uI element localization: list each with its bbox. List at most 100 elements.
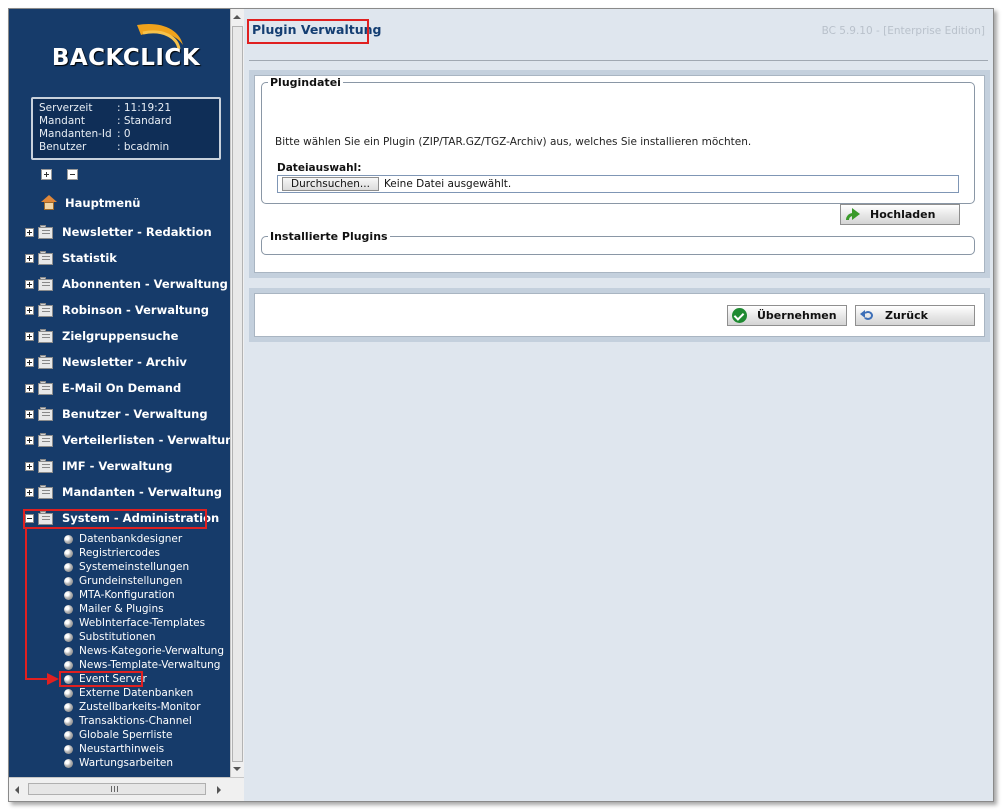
expand-icon[interactable] <box>25 305 34 315</box>
scroll-up-icon[interactable] <box>233 15 241 19</box>
bullet-icon <box>64 716 73 726</box>
app-window: BACKCLICK Serverzeit : 11:19:21 Mandant … <box>8 8 994 802</box>
apply-button[interactable]: Übernehmen <box>727 305 847 326</box>
sub-item-datenbankdesigner[interactable]: Datenbankdesigner <box>64 532 182 546</box>
sub-item-globale-sperrliste[interactable]: Globale Sperrliste <box>64 728 172 742</box>
sidebar-item-label: IMF - Verwaltung <box>62 459 173 473</box>
sub-item-mailer-plugins[interactable]: Mailer & Plugins <box>64 602 164 616</box>
upload-button[interactable]: Hochladen <box>840 204 960 225</box>
sub-item-label: News-Kategorie-Verwaltung <box>79 645 225 657</box>
sub-item-substitutionen[interactable]: Substitutionen <box>64 630 156 644</box>
sub-item-event-server[interactable]: Event Server <box>64 672 147 686</box>
sub-item-externe-datenbanken[interactable]: Externe Datenbanken <box>64 686 193 700</box>
info-value: : 11:19:21 <box>117 102 172 114</box>
sidebar-item-label: Statistik <box>62 251 117 265</box>
expand-icon[interactable] <box>25 227 34 237</box>
sidebar-item-statistik[interactable]: Statistik <box>25 248 117 268</box>
sidebar-item-system-administration[interactable]: System - Administration <box>25 508 219 528</box>
expand-icon[interactable] <box>25 331 34 341</box>
sidebar-item-zielgruppensuche[interactable]: Zielgruppensuche <box>25 326 178 346</box>
sub-item-neustarthinweis[interactable]: Neustarthinweis <box>64 742 164 756</box>
sidebar-item-abonnenten-verwaltung[interactable]: Abonnenten - Verwaltung <box>25 274 228 294</box>
expand-all-icon[interactable] <box>41 169 52 180</box>
scroll-down-icon[interactable] <box>233 767 241 771</box>
back-button[interactable]: Zurück <box>855 305 975 326</box>
sidebar-horizontal-scrollbar[interactable] <box>9 777 244 801</box>
scroll-left-icon[interactable] <box>15 786 19 794</box>
sub-item-mta-konfiguration[interactable]: MTA-Konfiguration <box>64 588 175 602</box>
sub-item-label: Neustarthinweis <box>79 743 165 755</box>
sub-item-webinterface-templates[interactable]: WebInterface-Templates <box>64 616 205 630</box>
sidebar: BACKCLICK Serverzeit : 11:19:21 Mandant … <box>9 9 230 777</box>
bullet-icon <box>64 576 73 586</box>
sub-item-systemeinstellungen[interactable]: Systemeinstellungen <box>64 560 189 574</box>
tree-controls <box>41 169 78 180</box>
bullet-icon <box>64 562 73 572</box>
backclick-logo: BACKCLICK <box>51 23 201 79</box>
sidebar-item-label: System - Administration <box>62 511 220 525</box>
main-content: Plugin Verwaltung BC 5.9.10 - [Enterpris… <box>244 9 993 801</box>
expand-icon[interactable] <box>25 279 34 289</box>
expand-icon[interactable] <box>25 487 34 497</box>
sub-item-transaktions-channel[interactable]: Transaktions-Channel <box>64 714 192 728</box>
sidebar-item-label: Newsletter - Redaktion <box>62 225 212 239</box>
sidebar-item-imf-verwaltung[interactable]: IMF - Verwaltung <box>25 456 173 476</box>
info-row-mandanten-id: Mandanten-Id : 0 <box>39 128 213 141</box>
sidebar-item-verteilerlisten-verwaltung[interactable]: Verteilerlisten - Verwaltung <box>25 430 230 450</box>
file-input[interactable]: Durchsuchen... Keine Datei ausgewählt. <box>277 175 959 193</box>
expand-icon[interactable] <box>25 461 34 471</box>
sidebar-vertical-scrollbar[interactable] <box>230 9 244 777</box>
sidebar-item-newsletter-archiv[interactable]: Newsletter - Archiv <box>25 352 187 372</box>
sub-item-label: Event Server <box>79 673 147 685</box>
sidebar-item-label: Newsletter - Archiv <box>62 355 187 369</box>
info-key: Serverzeit <box>39 102 93 114</box>
sidebar-item-robinson-verwaltung[interactable]: Robinson - Verwaltung <box>25 300 209 320</box>
sub-item-label: Externe Datenbanken <box>79 687 194 699</box>
expand-icon[interactable] <box>25 383 34 393</box>
bullet-icon <box>64 534 73 544</box>
sidebar-item-newsletter-redaktion[interactable]: Newsletter - Redaktion <box>25 222 212 242</box>
bullet-icon <box>64 702 73 712</box>
folder-icon <box>38 251 54 265</box>
sub-item-zustellbarkeits-monitor[interactable]: Zustellbarkeits-Monitor <box>64 700 201 714</box>
sub-item-label: Mailer & Plugins <box>79 603 164 615</box>
expand-icon[interactable] <box>25 357 34 367</box>
info-key: Mandant <box>39 115 86 127</box>
sub-item-grundeinstellungen[interactable]: Grundeinstellungen <box>64 574 182 588</box>
info-key: Benutzer <box>39 141 87 153</box>
sub-item-wartungsarbeiten[interactable]: Wartungsarbeiten <box>64 756 173 770</box>
sub-item-news-kategorie-verwaltung[interactable]: News-Kategorie-Verwaltung <box>64 644 224 658</box>
sidebar-item-label: Mandanten - Verwaltung <box>62 485 223 499</box>
sidebar-item-email-on-demand[interactable]: E-Mail On Demand <box>25 378 181 398</box>
sub-item-news-template-verwaltung[interactable]: News-Template-Verwaltung <box>64 658 220 672</box>
plugin-panel: Plugindatei Bitte wählen Sie ein Plugin … <box>249 70 990 278</box>
annotation-arrow-icon <box>47 673 59 685</box>
page-title: Plugin Verwaltung <box>252 22 382 37</box>
sub-item-label: Systemeinstellungen <box>79 561 190 573</box>
scrollbar-thumb[interactable] <box>232 26 243 762</box>
plugin-file-legend: Plugindatei <box>270 76 341 89</box>
browse-button[interactable]: Durchsuchen... <box>282 177 379 191</box>
sidebar-item-benutzer-verwaltung[interactable]: Benutzer - Verwaltung <box>25 404 208 424</box>
scrollbar-thumb[interactable] <box>28 783 206 795</box>
apply-button-label: Übernehmen <box>757 309 837 322</box>
expand-icon[interactable] <box>25 409 34 419</box>
bullet-icon <box>64 688 73 698</box>
annotation-line-vertical <box>25 529 27 680</box>
collapse-icon[interactable] <box>25 513 34 523</box>
sub-item-registriercodes[interactable]: Registriercodes <box>64 546 160 560</box>
sidebar-item-label: Robinson - Verwaltung <box>62 303 210 317</box>
scroll-right-icon[interactable] <box>217 786 221 794</box>
back-button-label: Zurück <box>885 309 928 322</box>
annotation-line-horizontal <box>25 678 49 680</box>
expand-icon[interactable] <box>25 435 34 445</box>
sub-item-label: Datenbankdesigner <box>79 533 183 545</box>
no-file-text: Keine Datei ausgewählt. <box>383 178 512 190</box>
sidebar-item-label: Hauptmenü <box>65 195 141 210</box>
bullet-icon <box>64 646 73 656</box>
collapse-all-icon[interactable] <box>67 169 78 180</box>
sidebar-item-hauptmenue[interactable]: Hauptmenü <box>41 195 140 210</box>
info-value: : Standard <box>117 115 172 127</box>
sidebar-item-mandanten-verwaltung[interactable]: Mandanten - Verwaltung <box>25 482 222 502</box>
expand-icon[interactable] <box>25 253 34 263</box>
